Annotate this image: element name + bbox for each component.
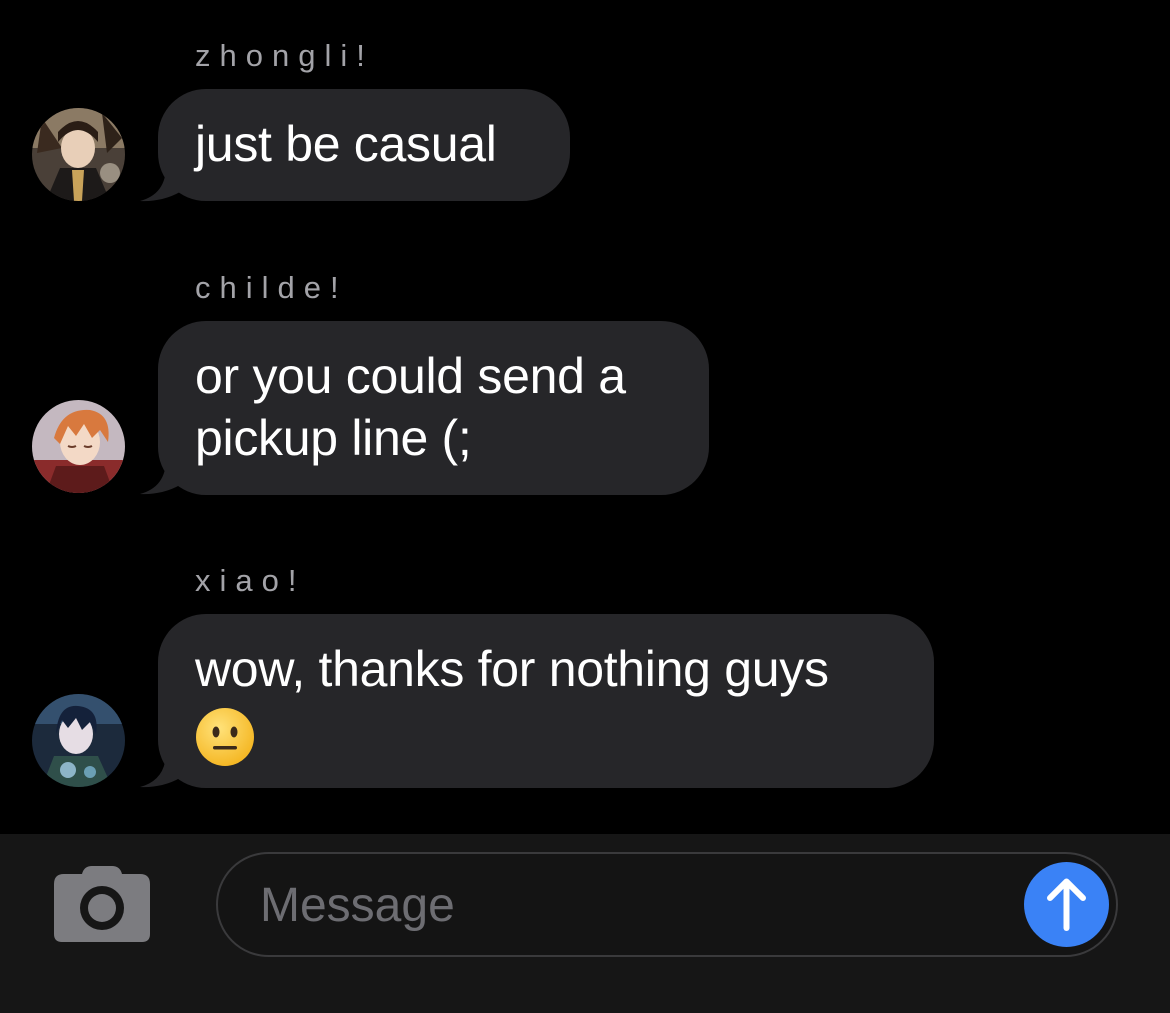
message-bubble-childe[interactable]: or you could send a pickup line (; [158,321,709,495]
sender-name-childe: childe! [195,270,348,305]
zhongli-avatar-icon [32,108,125,201]
send-button[interactable] [1024,862,1109,947]
message-text-line: pickup line (; [195,410,472,466]
avatar-zhongli[interactable] [32,108,125,201]
arrow-up-icon [1047,878,1086,931]
message-text-line: or you could send a [195,348,626,404]
camera-button[interactable] [52,866,152,944]
xiao-avatar-icon [32,694,125,787]
camera-icon [54,866,150,942]
message-composer [0,834,1170,1013]
bubble-tail [140,166,180,202]
avatar-childe[interactable] [32,400,125,493]
avatar-xiao[interactable] [32,694,125,787]
sender-name-zhongli: zhongli! [195,38,374,73]
message-text-line: wow, thanks for nothing guys [195,641,829,697]
bubble-tail [140,459,180,495]
message-input[interactable] [260,874,1000,936]
message-bubble-zhongli[interactable]: just be casual [158,89,570,201]
message-thread: zhongli! just be casual childe! or you c… [0,0,1170,834]
message-text-line: just be casual [195,116,497,172]
bubble-tail [140,752,180,788]
neutral-face-emoji [196,707,254,766]
childe-avatar-icon [32,400,125,493]
message-input-container [216,852,1118,957]
sender-name-xiao: xiao! [195,563,306,598]
message-bubble-xiao[interactable]: wow, thanks for nothing guys [158,614,934,788]
